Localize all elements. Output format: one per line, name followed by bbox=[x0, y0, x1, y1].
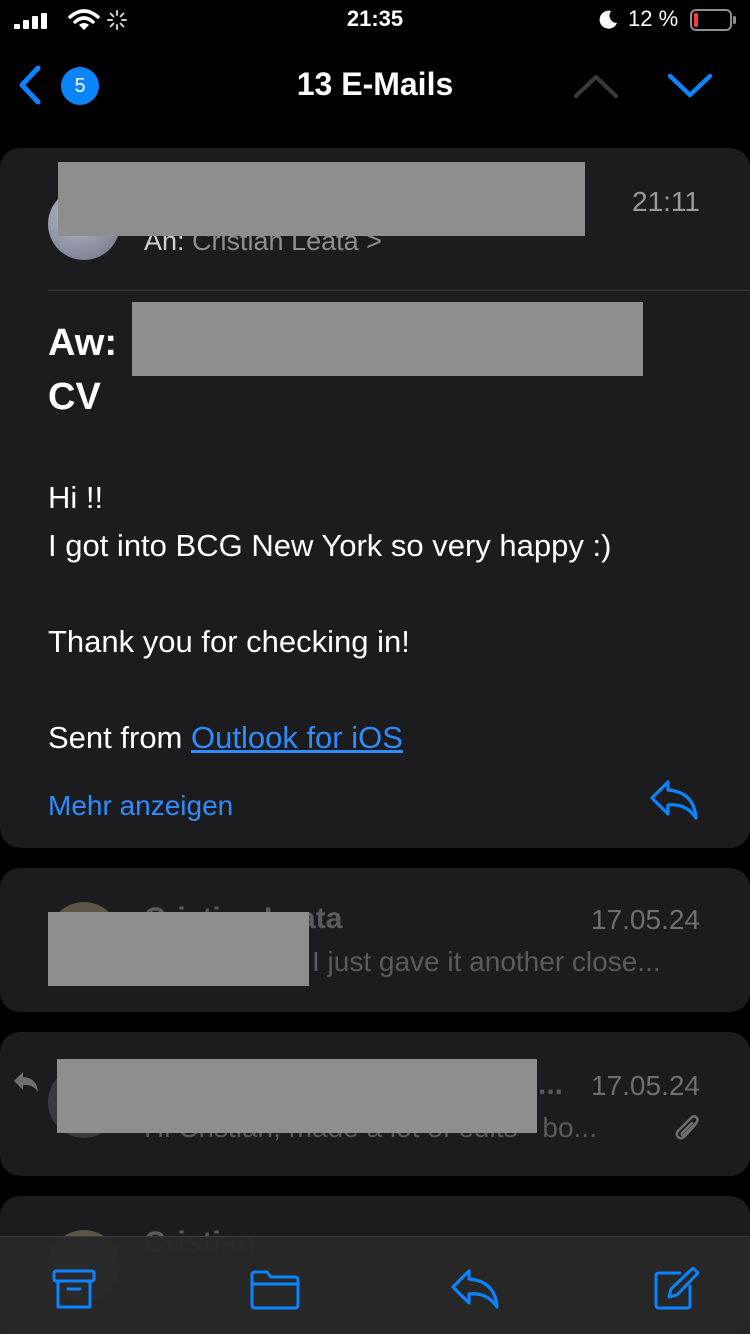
compose-icon[interactable] bbox=[651, 1267, 703, 1311]
thread-item[interactable]: ... 17.05.24 Hi Cristian, made a lot of … bbox=[0, 1032, 750, 1176]
redacted-sender bbox=[58, 162, 585, 236]
battery-percent: 12 % bbox=[628, 6, 679, 31]
signature-text: Sent from bbox=[48, 720, 191, 755]
snippet-text: I just gave it another close... bbox=[312, 946, 661, 977]
folder-icon[interactable] bbox=[249, 1267, 301, 1311]
redacted-sender bbox=[48, 912, 309, 986]
body-line: I got into BCG New York so very happy :) bbox=[48, 528, 612, 563]
bottom-toolbar bbox=[0, 1236, 750, 1334]
reply-icon[interactable] bbox=[449, 1267, 501, 1311]
redacted-sender bbox=[57, 1059, 537, 1133]
chevron-down-icon[interactable] bbox=[666, 72, 714, 100]
subject-prefix: Aw: bbox=[48, 322, 117, 364]
thread-item[interactable]: Cristian Leata 17.05.24 I just gave it a… bbox=[0, 868, 750, 1012]
moon-icon bbox=[599, 10, 617, 29]
page-title: 13 E-Mails bbox=[296, 66, 454, 102]
thread-date: 17.05.24 bbox=[591, 1070, 700, 1101]
archive-icon[interactable] bbox=[48, 1267, 100, 1311]
status-bar: 21:35 12 % bbox=[0, 0, 750, 44]
body-line: Thank you for checking in! bbox=[48, 624, 410, 659]
battery-icon bbox=[690, 9, 736, 31]
outlook-link[interactable]: Outlook for iOS bbox=[191, 720, 403, 755]
message-card: An: Cristian Leata > 21:11 Aw: CV Hi !! … bbox=[0, 148, 750, 848]
navigation-bar: 5 13 E-Mails bbox=[0, 52, 750, 116]
signature: Sent from Outlook for iOS bbox=[48, 720, 403, 756]
divider bbox=[48, 290, 750, 291]
chevron-up-icon[interactable] bbox=[572, 72, 620, 100]
sender-name: ... bbox=[538, 1068, 564, 1101]
reply-icon[interactable] bbox=[648, 778, 700, 820]
replied-icon bbox=[14, 1072, 38, 1092]
subject-end: CV bbox=[48, 376, 101, 418]
message-time: 21:11 bbox=[632, 186, 700, 217]
body-greeting: Hi !! bbox=[48, 480, 104, 515]
paperclip-icon bbox=[675, 1115, 699, 1140]
show-more-button[interactable]: Mehr anzeigen bbox=[48, 790, 233, 822]
redacted-subject bbox=[132, 302, 643, 376]
thread-date: 17.05.24 bbox=[591, 904, 700, 935]
